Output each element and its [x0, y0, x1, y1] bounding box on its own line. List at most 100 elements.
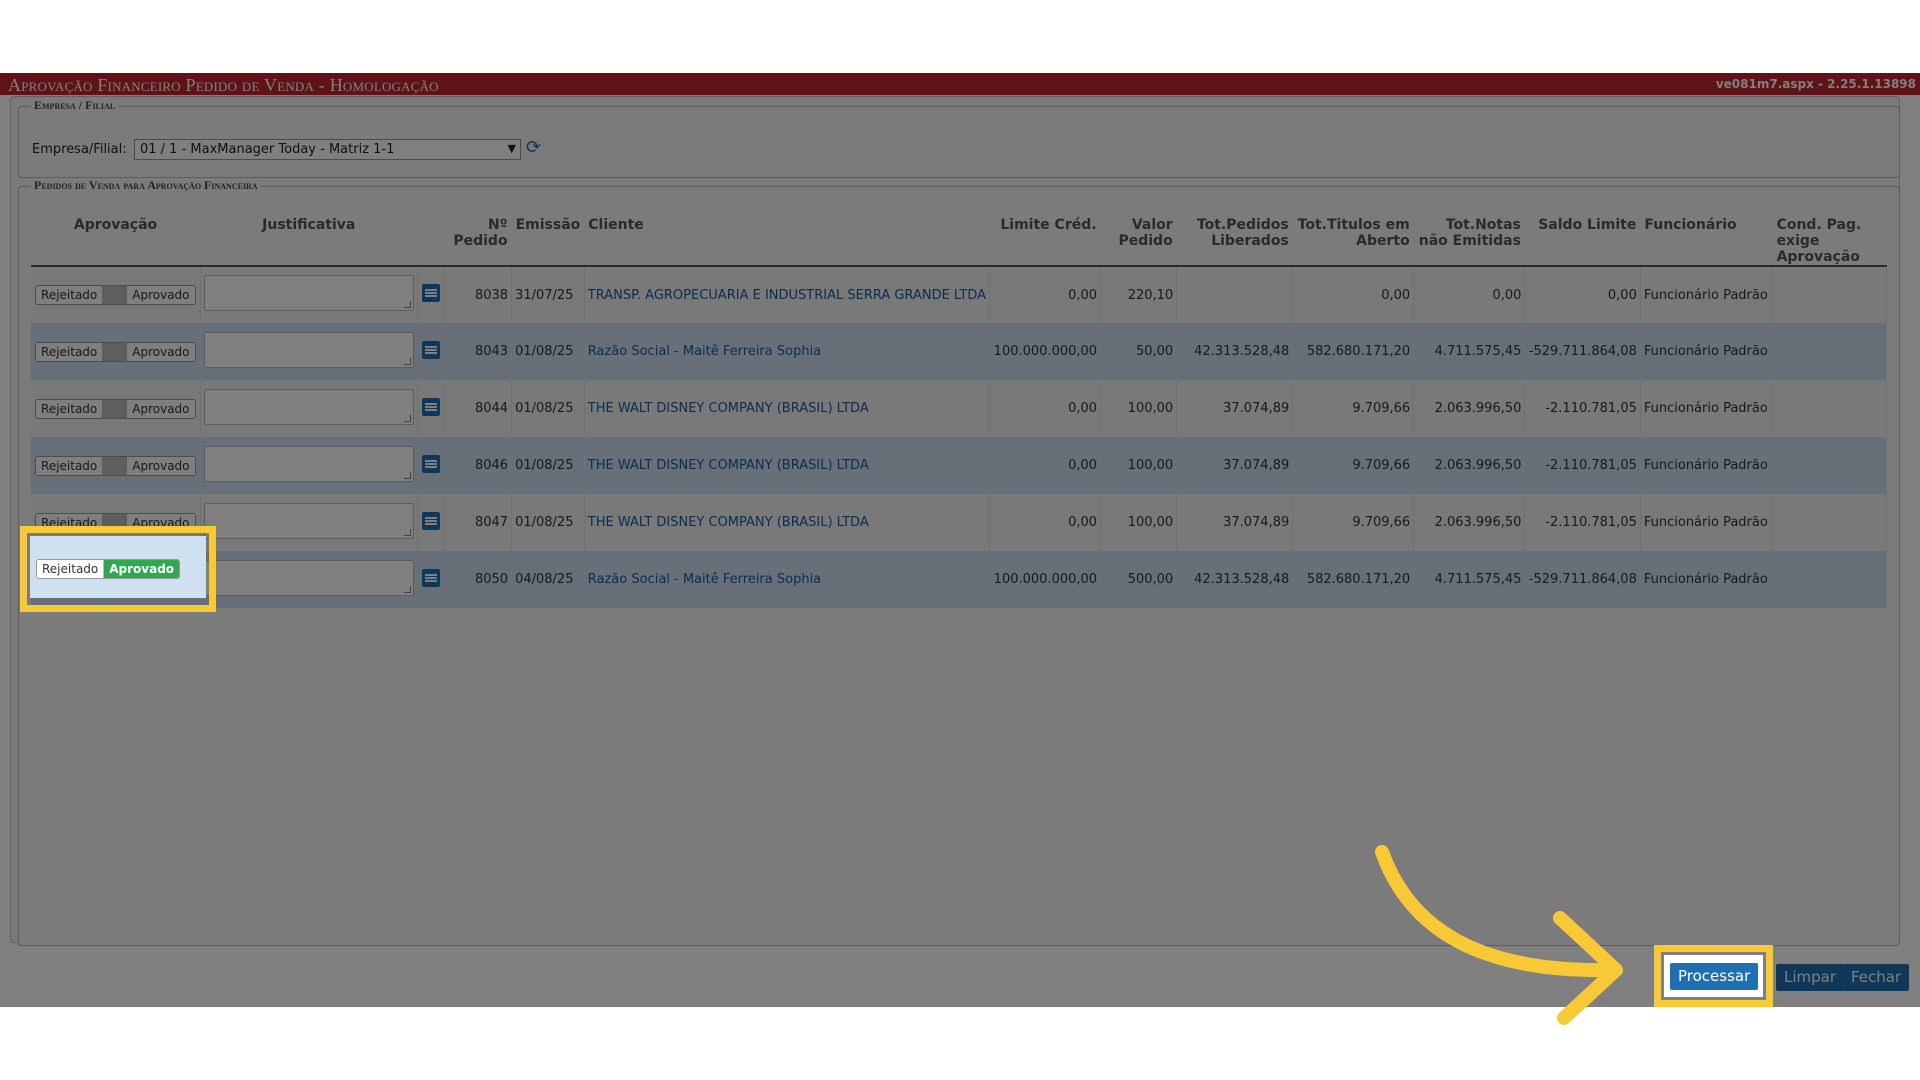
- details-cell: [417, 551, 445, 608]
- tot-titulos-cell: 582.680.171,20: [1292, 323, 1415, 380]
- toggle-knob[interactable]: [102, 399, 127, 418]
- aprovado-option[interactable]: Aprovado: [126, 399, 195, 418]
- justificativa-input[interactable]: [203, 388, 414, 425]
- cond-cell: [1772, 380, 1887, 437]
- cond-cell: [1772, 551, 1887, 608]
- col-justificativa[interactable]: Justificativa: [200, 212, 418, 267]
- justificativa-input[interactable]: [203, 275, 414, 311]
- pedido-cell: 8038: [443, 266, 513, 323]
- aprovado-option[interactable]: Aprovado: [126, 342, 195, 361]
- justificativa-cell: [200, 266, 418, 323]
- limpar-button[interactable]: Limpar: [1776, 964, 1845, 991]
- toggle-knob[interactable]: [102, 456, 127, 475]
- col-cond[interactable]: Cond. Pag. exige Aprovação: [1772, 212, 1887, 267]
- col-tot-notas[interactable]: Tot.Notas não Emitidas: [1413, 212, 1525, 267]
- details-cell: [417, 494, 445, 551]
- cliente-link[interactable]: TRANSP. AGROPECUARIA E INDUSTRIAL SERRA …: [584, 266, 991, 323]
- limite-cell: 100.000.000,00: [989, 323, 1102, 380]
- list-details-icon[interactable]: [421, 454, 440, 473]
- details-cell: [417, 437, 445, 494]
- justificativa-input[interactable]: [203, 331, 414, 368]
- cliente-link[interactable]: THE WALT DISNEY COMPANY (BRASIL) LTDA: [584, 494, 991, 551]
- empresa-label: Empresa/Filial:: [32, 142, 127, 157]
- col-icon: [417, 212, 444, 267]
- aprovado-option[interactable]: Aprovado: [126, 456, 195, 475]
- saldo-cell: -2.110.781,05: [1524, 494, 1641, 551]
- pedido-cell: 8044: [443, 380, 513, 437]
- tot-liberados-cell: 37.074,89: [1176, 437, 1294, 494]
- tot-notas-cell: 2.063.996,50: [1413, 380, 1526, 437]
- valor-cell: 100,00: [1100, 494, 1178, 551]
- tot-titulos-cell: 0,00: [1292, 266, 1415, 323]
- emissao-cell: 31/07/25: [511, 266, 585, 323]
- justificativa-input[interactable]: [203, 445, 414, 482]
- funcionario-cell: Funcionário Padrão: [1640, 323, 1774, 380]
- emissao-cell: 01/08/25: [511, 323, 585, 380]
- approval-toggle[interactable]: Rejeitado Aprovado: [35, 285, 196, 305]
- refresh-icon[interactable]: ⟳: [526, 137, 541, 158]
- empresa-filial-section: Empresa / Filial Empresa/Filial: 01 / 1 …: [18, 98, 1900, 178]
- col-aprovacao[interactable]: Aprovação: [31, 212, 201, 267]
- empresa-legend: Empresa / Filial: [31, 98, 119, 113]
- funcionario-cell: Funcionário Padrão: [1640, 380, 1774, 437]
- col-saldo[interactable]: Saldo Limite: [1524, 212, 1641, 267]
- list-details-icon[interactable]: [421, 511, 440, 530]
- col-pedido[interactable]: Nº Pedido: [443, 212, 512, 267]
- toggle-knob[interactable]: [102, 342, 127, 361]
- cliente-link[interactable]: THE WALT DISNEY COMPANY (BRASIL) LTDA: [584, 437, 991, 494]
- emissao-cell: 01/08/25: [511, 437, 585, 494]
- list-details-icon[interactable]: [421, 284, 440, 302]
- col-valor[interactable]: Valor Pedido: [1100, 212, 1177, 267]
- justificativa-cell: [200, 437, 418, 494]
- cliente-link[interactable]: THE WALT DISNEY COMPANY (BRASIL) LTDA: [584, 380, 991, 437]
- justificativa-input[interactable]: [203, 502, 414, 539]
- list-details-icon[interactable]: [421, 568, 440, 587]
- toggle-knob[interactable]: [102, 286, 127, 304]
- approval-toggle[interactable]: Rejeitado Aprovado: [35, 398, 196, 419]
- table-row[interactable]: RejeitadoAprovado805004/08/25Razão Socia…: [31, 551, 1887, 608]
- justificativa-input[interactable]: [203, 559, 414, 596]
- fechar-button[interactable]: Fechar: [1843, 964, 1910, 991]
- col-cliente[interactable]: Cliente: [584, 212, 990, 267]
- col-tot-liberados[interactable]: Tot.Pedidos Liberados: [1176, 212, 1293, 267]
- list-details-icon[interactable]: [421, 340, 440, 359]
- emissao-cell: 04/08/25: [511, 551, 585, 608]
- col-tot-titulos[interactable]: Tot.Titulos em Aberto: [1292, 212, 1414, 267]
- approval-cell: Rejeitado Aprovado: [31, 266, 201, 323]
- approval-toggle[interactable]: Rejeitado Aprovado: [35, 455, 196, 476]
- tot-titulos-cell: 9.709,66: [1292, 494, 1415, 551]
- rejeitado-option[interactable]: Rejeitado: [36, 342, 103, 361]
- aprovado-option[interactable]: Aprovado: [126, 286, 195, 304]
- rejeitado-option[interactable]: Rejeitado: [36, 286, 103, 304]
- emissao-cell: 01/08/25: [511, 494, 585, 551]
- limite-cell: 0,00: [989, 266, 1102, 323]
- table-row[interactable]: Rejeitado Aprovado 8038 31/07/25 TRANSP. AGR…: [31, 266, 1887, 323]
- cond-cell: [1772, 437, 1887, 494]
- cliente-link[interactable]: Razão Social - Maitê Ferreira Sophia: [584, 323, 991, 380]
- rejeitado-option[interactable]: Rejeitado: [36, 456, 103, 475]
- table-row[interactable]: Rejeitado Aprovado 8044 01/08/25 THE WALT DI…: [31, 380, 1887, 437]
- table-row[interactable]: Rejeitado Aprovado 8047 01/08/25 THE WALT DI…: [31, 494, 1887, 551]
- justificativa-cell: [200, 380, 418, 437]
- table-row[interactable]: Rejeitado Aprovado 8043 01/08/25 Razão Socia…: [31, 323, 1887, 380]
- col-funcionario[interactable]: Funcionário: [1640, 212, 1773, 267]
- valor-cell: 220,10: [1100, 266, 1178, 323]
- valor-cell: 100,00: [1100, 380, 1178, 437]
- tot-liberados-cell: 37.074,89: [1176, 494, 1294, 551]
- cliente-link[interactable]: Razão Social - Maitê Ferreira Sophia: [584, 551, 991, 608]
- empresa-select[interactable]: 01 / 1 - MaxManager Today - Matriz 1-1 ▼: [134, 139, 521, 160]
- list-details-icon[interactable]: [421, 397, 440, 416]
- table-row[interactable]: Rejeitado Aprovado 8046 01/08/25 THE WALT DI…: [31, 437, 1887, 494]
- tot-titulos-cell: 582.680.171,20: [1292, 551, 1415, 608]
- tot-liberados-cell: 37.074,89: [1176, 380, 1294, 437]
- details-cell: [417, 323, 445, 380]
- approval-cell: Rejeitado Aprovado: [31, 380, 201, 437]
- col-emissao[interactable]: Emissão: [511, 212, 585, 267]
- approval-cell: Rejeitado Aprovado: [31, 437, 201, 494]
- tot-notas-cell: 0,00: [1413, 266, 1526, 323]
- rejeitado-option[interactable]: Rejeitado: [36, 399, 103, 418]
- saldo-cell: -529.711.864,08: [1524, 551, 1641, 608]
- approval-toggle[interactable]: Rejeitado Aprovado: [35, 341, 196, 362]
- highlight-frame-approval: [20, 526, 216, 612]
- col-limite[interactable]: Limite Créd.: [989, 212, 1101, 267]
